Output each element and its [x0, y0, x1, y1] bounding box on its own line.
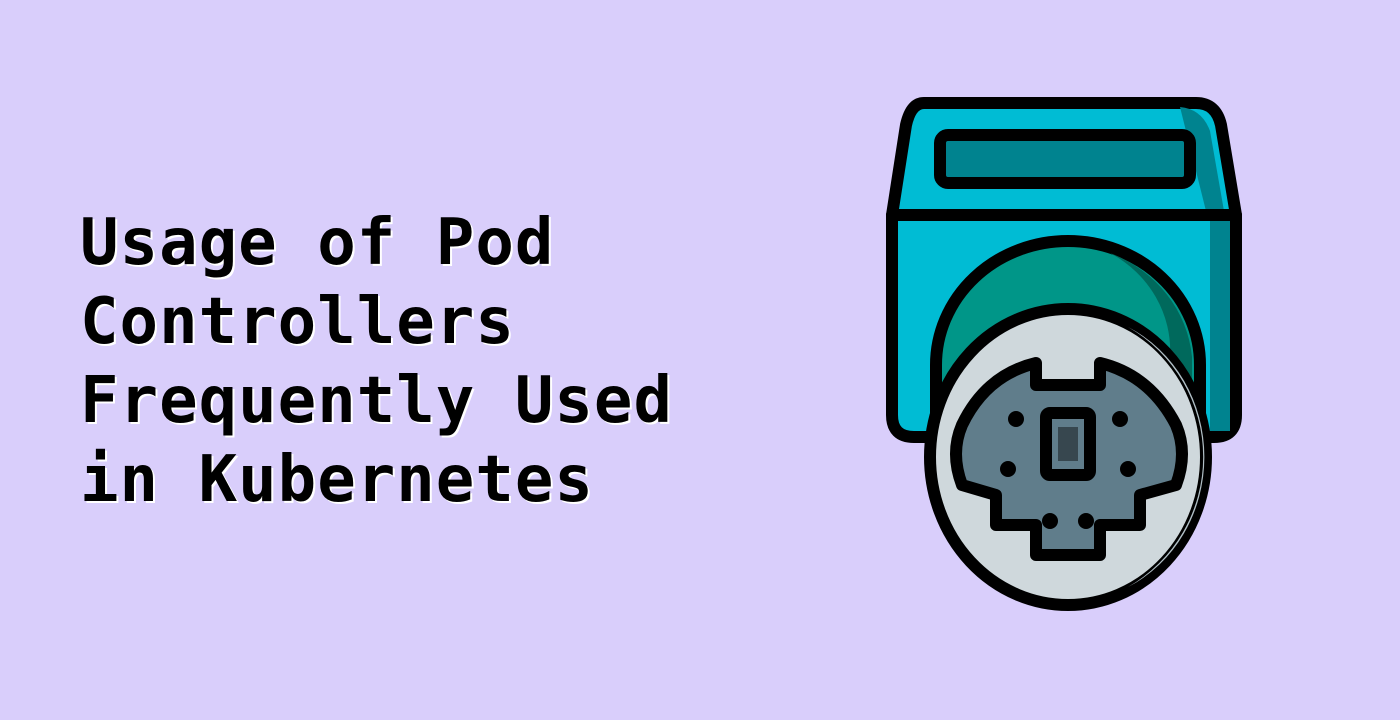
socket-pin — [1042, 513, 1058, 529]
socket-pin — [1008, 411, 1024, 427]
pod-socket-icon — [886, 97, 1242, 611]
title-line-2: Controllers — [80, 285, 515, 359]
socket-slot-inner — [1058, 427, 1078, 461]
box-body-shade — [1210, 221, 1230, 431]
banner: Usage of Pod Controllers Frequently Used… — [0, 0, 1400, 720]
box-window — [934, 129, 1196, 189]
title-line-4: in Kubernetes — [80, 443, 594, 517]
socket-pin — [1120, 461, 1136, 477]
page-title: Usage of Pod Controllers Frequently Used… — [80, 204, 800, 520]
title-line-1: Usage of Pod — [80, 206, 555, 280]
socket-pin — [1112, 411, 1128, 427]
socket-pin — [1000, 461, 1016, 477]
socket-pin — [1078, 513, 1094, 529]
title-line-3: Frequently Used — [80, 364, 673, 438]
